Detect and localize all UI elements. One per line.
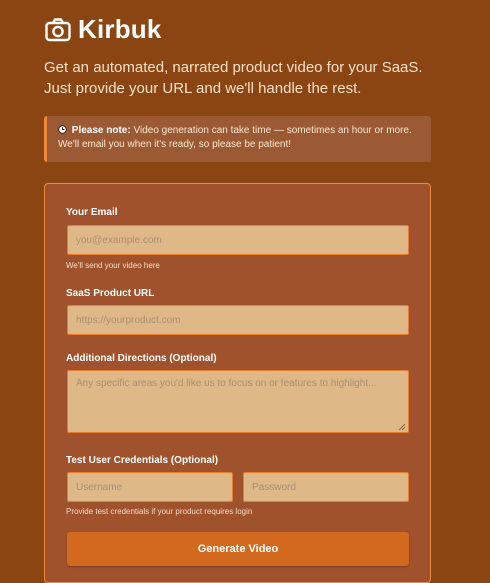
generate-video-button[interactable]: Generate Video [67, 532, 409, 566]
notice-title: Please note: [71, 125, 131, 136]
camera-icon [45, 17, 71, 41]
password-field[interactable] [243, 472, 409, 502]
directions-textarea[interactable] [67, 370, 409, 433]
username-field[interactable] [67, 472, 233, 502]
resize-handle-icon[interactable] [398, 423, 406, 431]
email-label: Your Email [66, 207, 118, 218]
email-field[interactable] [67, 225, 409, 255]
clock-icon [58, 125, 67, 134]
notice-box: Please note: Video generation can take t… [44, 116, 431, 162]
directions-label: Additional Directions (Optional) [66, 353, 217, 364]
tagline: Get an automated, narrated product video… [44, 59, 423, 97]
credentials-help: Provide test credentials if your product… [66, 507, 253, 516]
email-help: We'll send your video here [66, 261, 160, 270]
header: Kirbuk [44, 14, 162, 45]
brand-name: Kirbuk [78, 14, 162, 44]
page: Kirbuk Get an automated, narrated produc… [0, 0, 490, 583]
credentials-label: Test User Credentials (Optional) [66, 455, 219, 466]
url-field[interactable] [67, 305, 409, 335]
url-label: SaaS Product URL [66, 288, 155, 299]
